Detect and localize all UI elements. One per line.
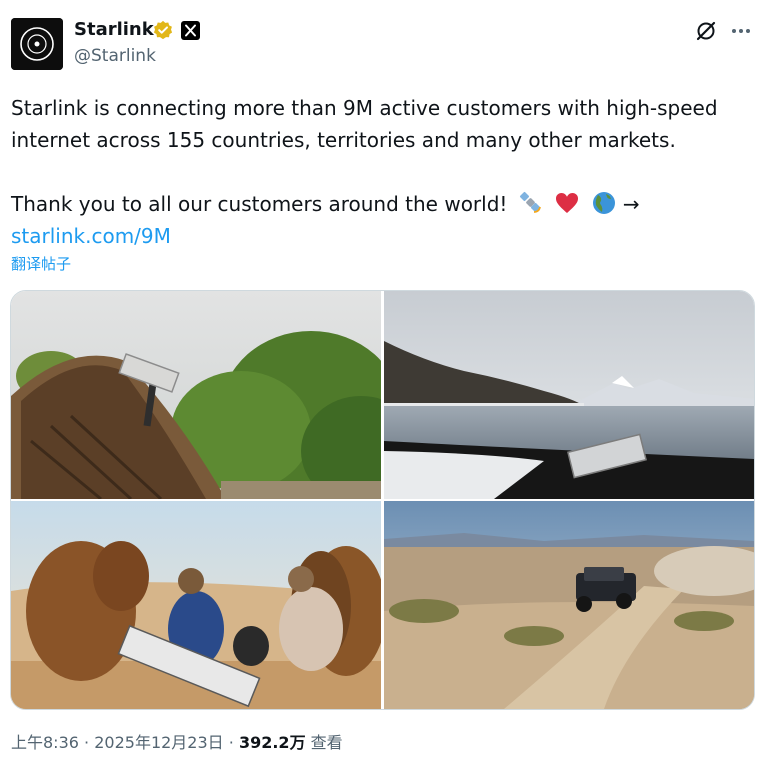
views-label: 查看 — [310, 733, 343, 752]
handle[interactable]: @Starlink — [74, 45, 156, 67]
globe-emoji-icon — [592, 192, 615, 214]
tweet-date[interactable]: 2025年12月23日 — [94, 733, 223, 752]
red-heart-emoji-icon — [556, 193, 579, 213]
arrow-text: → — [622, 192, 640, 216]
tweet-link[interactable]: starlink.com/9M — [11, 224, 171, 248]
starlink-logo-icon — [11, 18, 63, 70]
tweet-spacer — [11, 156, 751, 188]
tweet-line-3: Thank you to all our customers around th… — [11, 188, 751, 220]
satellite-emoji-icon — [519, 191, 541, 213]
meta-separator-2: · — [228, 733, 234, 752]
translate-post-link[interactable]: 翻译帖子 — [11, 254, 71, 274]
verified-badge-icon[interactable] — [153, 20, 173, 40]
media-photo-desert-camels[interactable] — [11, 501, 381, 709]
tweet-time[interactable]: 上午8:36 — [11, 733, 79, 752]
media-photo-offroad-truck[interactable] — [384, 501, 754, 709]
views-count: 392.2万 — [238, 733, 306, 752]
tweet-line-1: Starlink is connecting more than 9M acti… — [11, 96, 718, 120]
tweet-line-4: starlink.com/9M — [11, 220, 751, 252]
tweet-line-2: internet across 155 countries, territori… — [11, 128, 676, 152]
tweet-text: Starlink is connecting more than 9M acti… — [11, 92, 751, 252]
more-icon[interactable] — [729, 20, 753, 42]
tweet-meta: 上午8:36 · 2025年12月23日 · 392.2万 查看 — [11, 732, 343, 754]
meta-separator: · — [84, 733, 90, 752]
thanks-text: Thank you to all our customers around th… — [11, 192, 508, 216]
grok-icon[interactable] — [695, 20, 717, 42]
media-photo-roof[interactable] — [11, 291, 381, 499]
affiliate-x-icon[interactable] — [181, 21, 200, 40]
media-photo-lake[interactable] — [384, 291, 754, 499]
display-name[interactable]: Starlink — [74, 18, 154, 42]
media-grid — [10, 290, 755, 710]
avatar[interactable] — [11, 18, 63, 70]
